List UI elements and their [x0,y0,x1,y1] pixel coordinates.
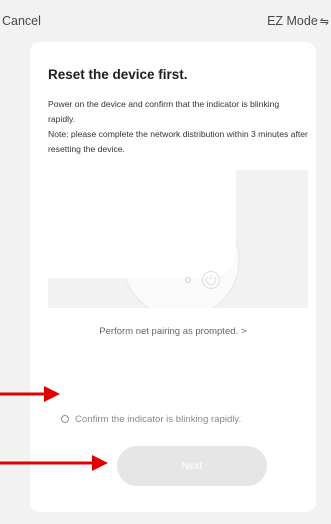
reset-instructions-card: Reset the device first. Power on the dev… [30,42,316,512]
confirm-indicator-label: Confirm the indicator is blinking rapidl… [75,413,242,425]
ez-mode-label: EZ Mode [267,14,318,28]
device-illustration-image [48,170,240,308]
help-link-label: Perform net pairing as prompted. [99,326,239,337]
instruction-line-1: Power on the device and confirm that the… [48,99,280,124]
device-illustration [48,170,308,308]
ez-mode-switch[interactable]: EZ Mode ⇋ [267,14,329,28]
radio-circle-icon[interactable] [61,415,69,423]
cancel-button[interactable]: Cancel [2,14,41,28]
instruction-line-2: Note: please complete the network distri… [48,129,308,154]
net-pairing-help-link[interactable]: Perform net pairing as prompted. > [30,326,316,337]
annotation-arrow-next [0,455,108,471]
instruction-text: Power on the device and confirm that the… [48,97,308,157]
chevron-right-icon: > [241,326,247,337]
switch-arrows-icon: ⇋ [319,16,329,28]
next-button[interactable]: Next [117,446,267,486]
top-bar: Cancel EZ Mode ⇋ [0,0,331,40]
confirm-indicator-checkbox[interactable]: Confirm the indicator is blinking rapidl… [61,412,241,426]
annotation-arrow-confirm [0,386,60,402]
device-body-shape [48,170,236,278]
page-title: Reset the device first. [48,67,188,82]
